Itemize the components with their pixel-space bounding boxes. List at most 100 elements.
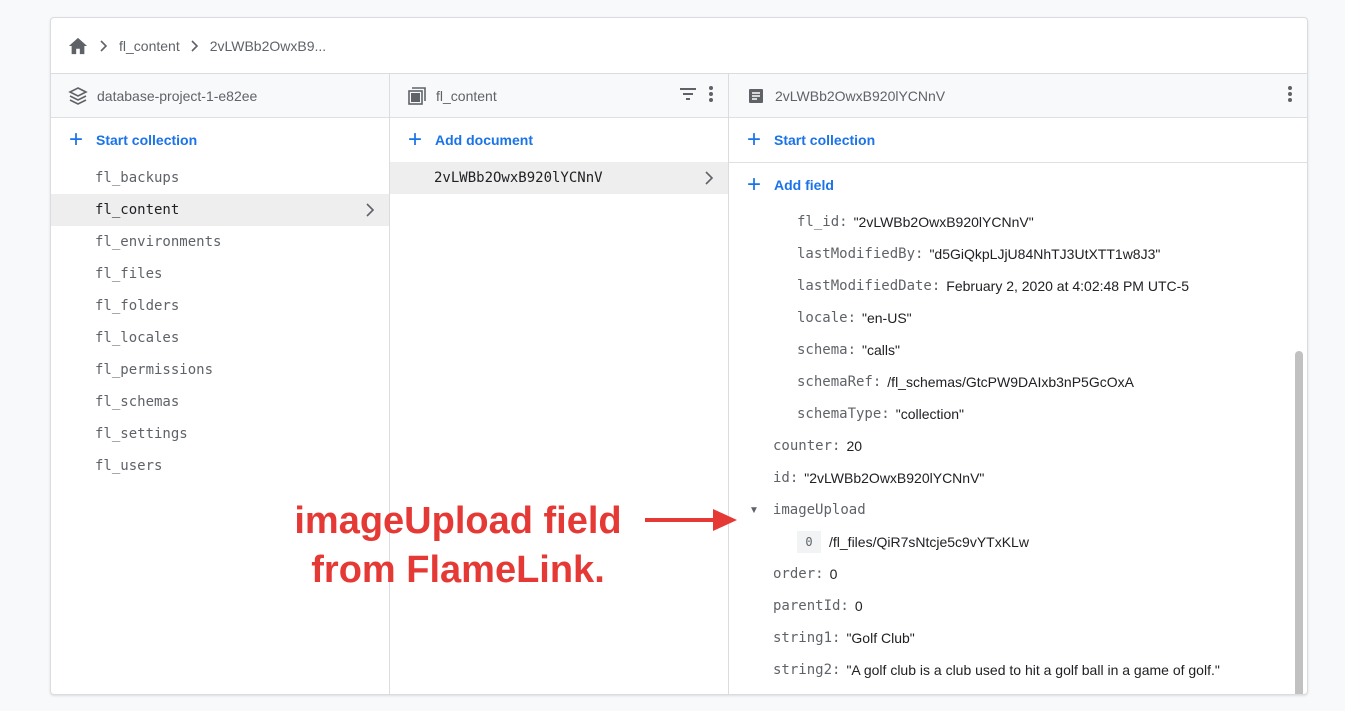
field-key: string1: bbox=[773, 630, 841, 646]
field-row[interactable]: order: 0 bbox=[773, 558, 837, 590]
collection-item-fl-schemas[interactable]: fl_schemas bbox=[51, 386, 389, 418]
plus-icon: + bbox=[746, 171, 761, 198]
root-panel-header: database-project-1-e82ee bbox=[51, 74, 389, 118]
field-key: parentId: bbox=[773, 598, 849, 614]
field-row[interactable]: counter: 20 bbox=[773, 430, 862, 462]
field-row[interactable]: string1: "Golf Club" bbox=[773, 622, 915, 654]
caret-down-icon[interactable]: ▼ bbox=[749, 505, 759, 516]
array-index: 0 bbox=[797, 531, 821, 553]
add-document-label: Add document bbox=[435, 132, 533, 148]
scrollbar[interactable] bbox=[1295, 351, 1303, 694]
field-key: string2: bbox=[773, 662, 841, 678]
plus-icon: + bbox=[68, 126, 83, 153]
field-value: "2vLWBb2OwxB920lYCNnV" bbox=[853, 214, 1034, 230]
collection-item-fl-locales[interactable]: fl_locales bbox=[51, 322, 389, 354]
collection-label: fl_folders bbox=[95, 298, 180, 314]
array-item-row[interactable]: 0 /fl_files/QiR7sNtcje5c9vYTxKLw bbox=[797, 526, 1029, 558]
add-field-button[interactable]: + Add field bbox=[729, 163, 1307, 207]
field-row[interactable]: schemaType: "collection" bbox=[797, 398, 964, 430]
field-key: id: bbox=[773, 470, 799, 486]
collection-item-fl-users[interactable]: fl_users bbox=[51, 450, 389, 482]
breadcrumb-item-collection[interactable]: fl_content bbox=[119, 38, 180, 54]
document-item[interactable]: 2vLWBb2OwxB920lYCNnV bbox=[390, 162, 728, 194]
start-collection-button[interactable]: + Start collection bbox=[51, 118, 389, 162]
collection-item-fl-folders[interactable]: fl_folders bbox=[51, 290, 389, 322]
document-name: 2vLWBb2OwxB920lYCNnV bbox=[775, 87, 946, 104]
field-value: 0 bbox=[829, 566, 838, 582]
field-value: "2vLWBb2OwxB920lYCNnV" bbox=[804, 470, 985, 486]
field-key: fl_id: bbox=[797, 214, 848, 230]
field-key: order: bbox=[773, 566, 824, 582]
collection-panel: fl_content + Add document 2vLWBb2OwxB920… bbox=[390, 74, 729, 694]
field-key: lastModifiedDate: bbox=[797, 278, 941, 294]
root-panel: database-project-1-e82ee + Start collect… bbox=[51, 74, 390, 694]
annotation-arrow-icon bbox=[645, 509, 737, 531]
document-id-label: 2vLWBb2OwxB920lYCNnV bbox=[434, 170, 603, 186]
chevron-right-icon bbox=[704, 162, 714, 194]
field-row-imageupload[interactable]: ▼ imageUpload bbox=[749, 494, 866, 526]
collection-label: fl_backups bbox=[95, 170, 180, 186]
field-value: 20 bbox=[846, 438, 863, 454]
field-value: /fl_files/QiR7sNtcje5c9vYTxKLw bbox=[829, 534, 1029, 550]
document-panel-header: 2vLWBb2OwxB920lYCNnV bbox=[729, 74, 1307, 118]
field-row[interactable]: parentId: 0 bbox=[773, 590, 863, 622]
collection-icon bbox=[406, 85, 428, 107]
field-value: "A golf club is a club used to hit a gol… bbox=[846, 662, 1220, 678]
field-value: "calls" bbox=[862, 342, 900, 358]
field-key: lastModifiedBy: bbox=[797, 246, 924, 262]
collection-label: fl_schemas bbox=[95, 394, 180, 410]
home-icon[interactable] bbox=[67, 36, 89, 56]
collection-label: fl_permissions bbox=[95, 362, 214, 378]
field-key: schemaType: bbox=[797, 406, 890, 422]
field-value: 0 bbox=[854, 598, 863, 614]
start-subcollection-button[interactable]: + Start collection bbox=[729, 118, 1307, 162]
collection-label: fl_files bbox=[95, 266, 163, 282]
field-value: "Golf Club" bbox=[846, 630, 915, 646]
collection-item-fl-files[interactable]: fl_files bbox=[51, 258, 389, 290]
collection-item-fl-settings[interactable]: fl_settings bbox=[51, 418, 389, 450]
chevron-right-icon bbox=[365, 194, 375, 226]
add-document-button[interactable]: + Add document bbox=[390, 118, 728, 162]
collection-label: fl_content bbox=[95, 202, 180, 218]
field-value: "en-US" bbox=[862, 310, 912, 326]
field-row[interactable]: string2: "A golf club is a club used to … bbox=[773, 654, 1220, 686]
collection-label: fl_settings bbox=[95, 426, 188, 442]
collection-item-fl-content[interactable]: fl_content bbox=[51, 194, 389, 226]
collection-item-fl-permissions[interactable]: fl_permissions bbox=[51, 354, 389, 386]
collection-label: fl_environments bbox=[95, 234, 222, 250]
collection-label: fl_users bbox=[95, 458, 163, 474]
field-value: "collection" bbox=[895, 406, 965, 422]
firestore-card: fl_content 2vLWBb2OwxB9... database-proj… bbox=[50, 17, 1308, 695]
annotation-line-1: imageUpload field bbox=[294, 500, 622, 542]
collection-panel-header: fl_content bbox=[390, 74, 728, 118]
field-key: counter: bbox=[773, 438, 841, 454]
plus-icon: + bbox=[746, 126, 761, 153]
field-key: schemaRef: bbox=[797, 374, 882, 390]
field-row[interactable]: lastModifiedDate: February 2, 2020 at 4:… bbox=[797, 270, 1189, 302]
more-vert-icon[interactable] bbox=[1283, 84, 1297, 107]
collection-item-fl-backups[interactable]: fl_backups bbox=[51, 162, 389, 194]
document-icon bbox=[745, 85, 767, 107]
field-row[interactable]: lastModifiedBy: "d5GiQkpLJjU84NhTJ3UtXTT… bbox=[797, 238, 1160, 270]
field-row[interactable]: id: "2vLWBb2OwxB920lYCNnV" bbox=[773, 462, 984, 494]
more-vert-icon[interactable] bbox=[704, 84, 718, 107]
annotation-line-2: from FlameLink. bbox=[311, 549, 605, 591]
field-value: February 2, 2020 at 4:02:48 PM UTC-5 bbox=[946, 278, 1190, 294]
field-row[interactable]: fl_id: "2vLWBb2OwxB920lYCNnV" bbox=[797, 206, 1034, 238]
field-value: "d5GiQkpLJjU84NhTJ3UtXTT1w8J3" bbox=[929, 246, 1161, 262]
field-row[interactable]: schemaRef: /fl_schemas/GtcPW9DAIxb3nP5Gc… bbox=[797, 366, 1134, 398]
document-panel: 2vLWBb2OwxB920lYCNnV + Start collection … bbox=[729, 74, 1307, 694]
field-key: locale: bbox=[797, 310, 857, 326]
field-value: /fl_schemas/GtcPW9DAIxb3nP5GcOxA bbox=[887, 374, 1134, 390]
filter-icon[interactable] bbox=[678, 86, 698, 105]
collection-name: fl_content bbox=[436, 87, 497, 104]
database-icon bbox=[67, 85, 89, 107]
breadcrumb-item-document[interactable]: 2vLWBb2OwxB9... bbox=[210, 38, 326, 54]
start-collection-label: Start collection bbox=[774, 132, 876, 148]
database-name: database-project-1-e82ee bbox=[97, 87, 258, 104]
field-row[interactable]: schema: "calls" bbox=[797, 334, 900, 366]
breadcrumb: fl_content 2vLWBb2OwxB9... bbox=[51, 18, 1307, 74]
collection-item-fl-environments[interactable]: fl_environments bbox=[51, 226, 389, 258]
field-row[interactable]: locale: "en-US" bbox=[797, 302, 912, 334]
collection-label: fl_locales bbox=[95, 330, 180, 346]
